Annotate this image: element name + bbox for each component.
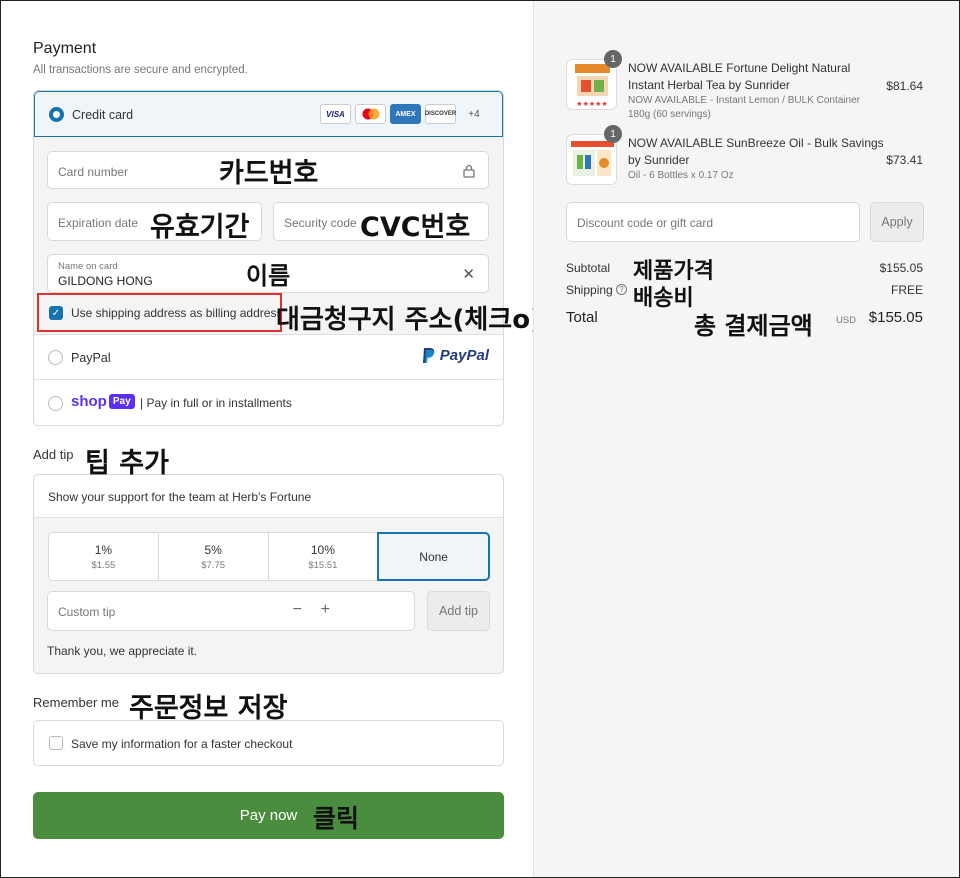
amex-icon: AMEX bbox=[390, 104, 421, 124]
visa-icon: VISA bbox=[320, 104, 351, 124]
credit-card-option[interactable]: Credit card VISA AMEX DISCOVER +4 bbox=[34, 91, 503, 137]
clear-icon[interactable]: ✕ bbox=[462, 265, 475, 283]
annotation-expiration: 유효기간 bbox=[150, 212, 250, 243]
shop-pay-logo: shop Pay bbox=[71, 393, 135, 410]
payment-title: Payment bbox=[33, 40, 97, 57]
shipping-value: FREE bbox=[890, 283, 923, 297]
name-on-card-value: GILDONG HONG bbox=[58, 274, 153, 288]
tip-option-1[interactable]: 1% $1.55 bbox=[48, 532, 158, 581]
card-brand-icons: VISA AMEX DISCOVER +4 bbox=[320, 104, 488, 124]
tip-title: Add tip bbox=[33, 447, 74, 462]
quantity-badge: 1 bbox=[604, 50, 622, 68]
credit-card-radio[interactable] bbox=[49, 107, 64, 122]
product-name: NOW AVAILABLE Fortune Delight Natural In… bbox=[628, 61, 851, 92]
product-name: NOW AVAILABLE SunBreeze Oil - Bulk Savin… bbox=[628, 136, 884, 167]
checkout-form: Payment All transactions are secure and … bbox=[1, 1, 542, 877]
shop-pay-radio[interactable] bbox=[48, 396, 63, 411]
custom-tip-field[interactable]: Custom tip − + bbox=[47, 591, 415, 631]
discover-icon: DISCOVER bbox=[425, 104, 456, 124]
annotation-name: 이름 bbox=[246, 262, 291, 290]
annotation-total: 총 결제금액 bbox=[694, 312, 813, 340]
annotation-tip: 팁 추가 bbox=[85, 448, 169, 479]
order-summary: ★★★★★ 1 NOW AVAILABLE Fortune Delight Na… bbox=[533, 1, 959, 877]
tip-option-none[interactable]: None bbox=[377, 532, 490, 581]
remember-title: Remember me bbox=[33, 695, 119, 710]
subtotal-label: Subtotal bbox=[566, 261, 611, 275]
apply-discount-button[interactable]: Apply bbox=[870, 202, 924, 242]
mastercard-icon bbox=[355, 104, 386, 124]
paypal-label: PayPal bbox=[71, 351, 111, 365]
currency-label: USD bbox=[835, 315, 856, 326]
annotation-shipping: 배송비 bbox=[633, 286, 694, 311]
total-label: Total bbox=[566, 309, 598, 326]
remember-me-option[interactable]: Save my information for a faster checkou… bbox=[33, 720, 504, 766]
tip-options: 1% $1.55 5% $7.75 10% $15.51 None bbox=[48, 532, 490, 581]
tip-increment-button[interactable]: + bbox=[321, 601, 330, 619]
product-variant: NOW AVAILABLE - Instant Lemon / BULK Con… bbox=[628, 95, 860, 120]
help-icon[interactable]: ? bbox=[616, 284, 627, 295]
annotation-click: 클릭 bbox=[313, 804, 360, 833]
quantity-badge: 1 bbox=[604, 125, 622, 143]
credit-card-label: Credit card bbox=[72, 108, 134, 122]
shipping-label: Shipping bbox=[566, 283, 613, 297]
add-tip-button[interactable]: Add tip bbox=[427, 591, 490, 631]
tip-thanks-text: Thank you, we appreciate it. bbox=[47, 644, 198, 658]
total-value: $155.05 bbox=[868, 309, 923, 326]
annotation-billing: 대금청구지 주소(체크o) bbox=[276, 305, 542, 335]
shop-pay-label: | Pay in full or in installments bbox=[140, 396, 292, 410]
tip-option-5[interactable]: 5% $7.75 bbox=[157, 532, 268, 581]
shop-pay-option[interactable]: shop Pay | Pay in full or in installment… bbox=[34, 381, 503, 426]
tip-decrement-button[interactable]: − bbox=[293, 601, 302, 619]
pay-now-button[interactable]: Pay now bbox=[33, 792, 504, 839]
paypal-option[interactable]: PayPal PayPal bbox=[34, 335, 503, 380]
product-variant: Oil - 6 Bottles x 0.17 Oz bbox=[628, 170, 734, 181]
svg-text:★★★★★: ★★★★★ bbox=[576, 100, 607, 108]
annotation-card-number: 카드번호 bbox=[219, 158, 319, 189]
paypal-logo: PayPal bbox=[422, 347, 489, 364]
paypal-p-icon bbox=[422, 348, 435, 363]
highlight-box bbox=[37, 293, 282, 332]
tip-option-10[interactable]: 10% $15.51 bbox=[267, 532, 378, 581]
name-on-card-label: Name on card bbox=[58, 261, 118, 272]
remember-me-checkbox[interactable] bbox=[49, 736, 63, 750]
annotation-cvc: CVC번호 bbox=[360, 212, 471, 243]
paypal-radio[interactable] bbox=[48, 350, 63, 365]
annotation-remember: 주문정보 저장 bbox=[129, 693, 288, 724]
subtotal-value: $155.05 bbox=[879, 261, 923, 275]
product-price: $81.64 bbox=[886, 79, 923, 93]
discount-code-field[interactable]: Discount code or gift card bbox=[566, 202, 860, 242]
tip-header: Show your support for the team at Herb's… bbox=[34, 475, 503, 518]
payment-subtitle: All transactions are secure and encrypte… bbox=[33, 64, 248, 76]
lock-icon bbox=[463, 164, 475, 178]
more-cards-label: +4 bbox=[468, 108, 480, 120]
tip-support-text: Show your support for the team at Herb's… bbox=[48, 490, 312, 504]
remember-me-label: Save my information for a faster checkou… bbox=[71, 737, 293, 751]
product-price: $73.41 bbox=[886, 153, 923, 167]
